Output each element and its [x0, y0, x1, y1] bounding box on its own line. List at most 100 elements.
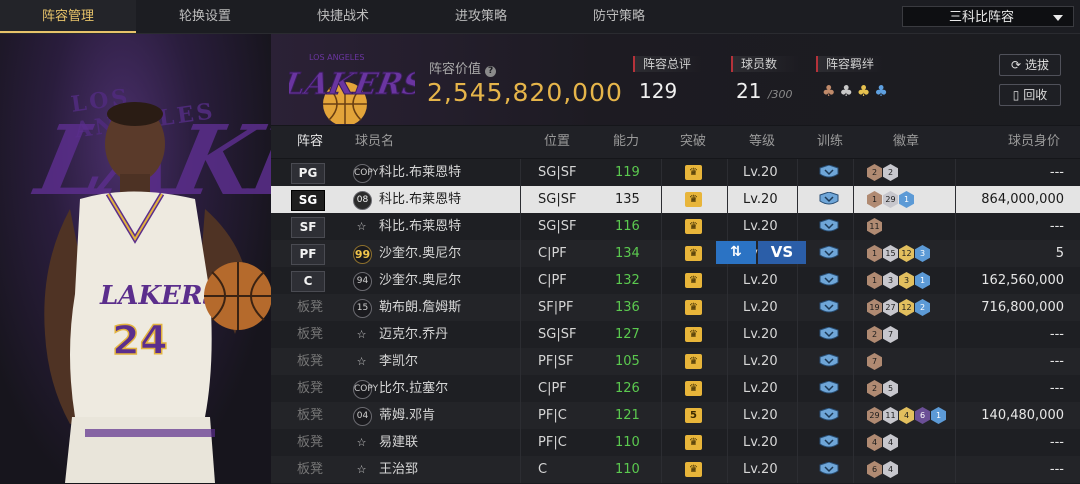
table-header: 阵容 球员名 位置 能力 突破 等级 训练 徽章 球员身价 — [271, 126, 1080, 158]
help-icon[interactable]: ? — [485, 66, 497, 77]
table-row[interactable]: PG COPY 科比.布莱恩特 SG|SF 119 ♛ Lv.20 2 2 --- — [271, 159, 1080, 187]
jersey-number: 08 — [353, 191, 372, 210]
breakthrough-crown-icon[interactable]: ♛ — [685, 435, 702, 450]
badge-list[interactable]: 27 — [867, 326, 899, 343]
table-row[interactable]: 板凳 ☆ 易建联 PF|C 110 ♛ Lv.20 4 4 --- — [271, 429, 1080, 457]
player-position: SF|PF — [538, 300, 574, 315]
tab-quick-tactics[interactable]: 快捷战术 — [275, 0, 411, 33]
column-divider — [853, 348, 854, 375]
breakthrough-crown-icon[interactable]: ♛ — [685, 246, 702, 261]
slot-badge[interactable]: PF — [291, 244, 325, 265]
breakthrough-crown-icon[interactable]: 5 — [685, 408, 702, 423]
column-divider — [727, 294, 728, 321]
breakthrough-crown-icon[interactable]: ♛ — [685, 327, 702, 342]
training-icon[interactable] — [819, 192, 839, 207]
table-row[interactable]: 板凳 ☆ 李凯尔 PF|SF 105 ♛ Lv.20 7 --- — [271, 348, 1080, 376]
player-name[interactable]: 科比.布莱恩特 — [379, 159, 461, 186]
player-name[interactable]: 沙奎尔.奥尼尔 — [379, 267, 461, 294]
column-divider — [797, 429, 798, 456]
training-icon[interactable] — [819, 354, 839, 369]
player-name[interactable]: 蒂姆.邓肯 — [379, 402, 435, 429]
breakthrough-crown-icon[interactable]: ♛ — [685, 300, 702, 315]
training-icon[interactable] — [819, 327, 839, 342]
table-row[interactable]: SG 08 科比.布莱恩特 SG|SF 135 ♛ Lv.20 1 29 1 864,000,000 — [271, 186, 1080, 214]
column-divider — [520, 240, 521, 267]
badge-list[interactable]: 1 29 1 — [867, 191, 915, 208]
tab-lineup-management[interactable]: 阵容管理 — [0, 0, 136, 33]
breakthrough-crown-icon[interactable]: ♛ — [685, 192, 702, 207]
document-icon: ▯ — [1012, 88, 1020, 102]
training-icon[interactable] — [819, 219, 839, 234]
player-name[interactable]: 王治郅 — [379, 456, 418, 483]
table-row[interactable]: 板凳 COPY 比尔.拉塞尔 C|PF 126 ♛ Lv.20 2 5 --- — [271, 375, 1080, 403]
badge-list[interactable]: 1331 — [867, 272, 931, 289]
badge-hex-icon: 2 — [883, 164, 898, 181]
breakthrough-crown-icon[interactable]: ♛ — [685, 165, 702, 180]
slot-label: 板凳 — [297, 435, 324, 450]
column-divider — [853, 375, 854, 402]
player-name[interactable]: 易建联 — [379, 429, 418, 456]
training-icon[interactable] — [819, 408, 839, 423]
badge-list[interactable]: 22 — [867, 164, 899, 181]
slot-badge[interactable]: SG — [291, 190, 325, 211]
badge-list[interactable]: 19 27 12 2 — [867, 299, 931, 316]
column-divider — [661, 294, 662, 321]
training-icon[interactable] — [819, 273, 839, 288]
breakthrough-crown-icon[interactable]: ♛ — [685, 273, 702, 288]
badge-list[interactable]: 29 11 4 6 1 — [867, 407, 947, 424]
slot-badge[interactable]: PG — [291, 163, 325, 184]
column-divider — [520, 429, 521, 456]
player-name[interactable]: 科比.布莱恩特 — [379, 186, 461, 213]
table-row[interactable]: PF99沙奎尔.奥尼尔C|PF134♛Lv.201151235 — [271, 240, 1080, 268]
training-icon[interactable] — [819, 246, 839, 261]
column-divider — [661, 456, 662, 483]
player-name[interactable]: 迈克尔.乔丹 — [379, 321, 448, 348]
tab-rotation-settings[interactable]: 轮换设置 — [137, 0, 273, 33]
table-row[interactable]: 板凳 ☆ 迈克尔.乔丹 SG|SF 127 ♛ Lv.20 2 7 --- — [271, 321, 1080, 349]
swap-button[interactable]: ⇅ — [716, 241, 756, 264]
breakthrough-crown-icon[interactable]: ♛ — [685, 381, 702, 396]
bond-icons[interactable]: ♣♣♣♣ — [822, 82, 892, 100]
player-level: Lv.20 — [743, 408, 778, 423]
player-name[interactable]: 李凯尔 — [379, 348, 418, 375]
table-row[interactable]: 板凳 04 蒂姆.邓肯 PF|C 121 5 Lv.20 29 11 4 6 1 140,480,000 — [271, 402, 1080, 430]
badge-list[interactable]: 25 — [867, 380, 899, 397]
refresh-icon: ⟳ — [1011, 58, 1022, 72]
breakthrough-crown-icon[interactable]: ♛ — [685, 354, 702, 369]
player-name[interactable]: 比尔.拉塞尔 — [379, 375, 448, 402]
vs-compare-button[interactable]: VS — [758, 241, 806, 264]
badge-list[interactable]: 1 15 12 3 — [867, 245, 931, 262]
badge-list[interactable]: 44 — [867, 434, 899, 451]
badge-hex-icon: 2 — [867, 380, 882, 397]
player-level: Lv.20 — [743, 273, 778, 288]
badge-list[interactable]: 7 — [867, 353, 883, 370]
select-button[interactable]: ⟳ 选拔 — [999, 54, 1061, 76]
recycle-button[interactable]: ▯ 回收 — [999, 84, 1061, 106]
slot-badge[interactable]: SF — [291, 217, 325, 238]
training-icon[interactable] — [819, 435, 839, 450]
table-row[interactable]: C 94 沙奎尔.奥尼尔 C|PF 132 ♛ Lv.20 1 3 3 1 162,560,000 — [271, 267, 1080, 295]
training-icon[interactable] — [819, 381, 839, 396]
badge-list[interactable]: 11 — [867, 218, 883, 235]
slot-badge[interactable]: C — [291, 271, 325, 292]
breakthrough-crown-icon[interactable]: ♛ — [685, 219, 702, 234]
training-icon[interactable] — [819, 462, 839, 477]
tab-defense-strategy[interactable]: 防守策略 — [551, 0, 687, 33]
column-divider — [797, 456, 798, 483]
bond-blue-icon: ♣ — [874, 82, 892, 100]
table-row[interactable]: SF ☆ 科比.布莱恩特 SG|SF 116 ♛ Lv.20 11 --- — [271, 213, 1080, 241]
player-name[interactable]: 沙奎尔.奥尼尔 — [379, 240, 461, 267]
table-row[interactable]: 板凳 15 勒布朗.詹姆斯 SF|PF 136 ♛ Lv.20 19 27 12 2 716,800,… — [271, 294, 1080, 322]
top-tab-bar: 阵容管理 轮换设置 快捷战术 进攻策略 防守策略 三科比阵容 — [0, 0, 1080, 34]
team-lineup-dropdown[interactable]: 三科比阵容 — [902, 6, 1074, 27]
training-icon[interactable] — [819, 300, 839, 315]
tab-offense-strategy[interactable]: 进攻策略 — [413, 0, 549, 33]
badge-list[interactable]: 64 — [867, 461, 899, 478]
player-ability: 119 — [615, 165, 640, 180]
column-divider — [955, 456, 956, 483]
player-name[interactable]: 勒布朗.詹姆斯 — [379, 294, 461, 321]
training-icon[interactable] — [819, 165, 839, 180]
player-name[interactable]: 科比.布莱恩特 — [379, 213, 461, 240]
table-row[interactable]: 板凳 ☆ 王治郅 C 110 ♛ Lv.20 6 4 --- — [271, 456, 1080, 484]
breakthrough-crown-icon[interactable]: ♛ — [685, 462, 702, 477]
